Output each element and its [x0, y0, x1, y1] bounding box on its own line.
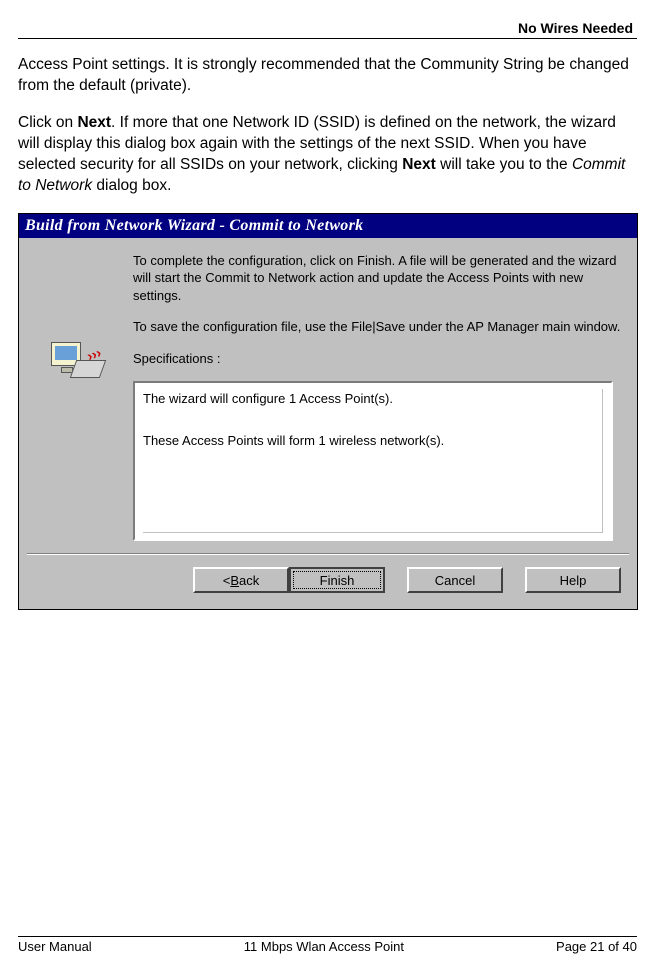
specifications-box: The wizard will configure 1 Access Point…	[133, 381, 613, 541]
footer-right: Page 21 of 40	[556, 939, 637, 954]
spec-line-1: The wizard will configure 1 Access Point…	[143, 389, 602, 410]
cancel-button[interactable]: Cancel	[407, 567, 503, 593]
help-button[interactable]: Help	[525, 567, 621, 593]
wizard-titlebar: Build from Network Wizard - Commit to Ne…	[19, 214, 637, 238]
wizard-text-1: To complete the configuration, click on …	[133, 252, 623, 305]
footer-center: 11 Mbps Wlan Access Point	[244, 939, 404, 954]
spec-line-2: These Access Points will form 1 wireless…	[143, 431, 602, 452]
header-brand: No Wires Needed	[18, 20, 637, 36]
finish-button[interactable]: Finish	[289, 567, 385, 593]
paragraph-2: Click on Next. If more that one Network …	[18, 113, 637, 197]
wizard-sidebar: ›››	[33, 252, 133, 542]
wizard-dialog: Build from Network Wizard - Commit to Ne…	[18, 213, 638, 611]
paragraph-1: Access Point settings. It is strongly re…	[18, 55, 637, 97]
header-rule	[18, 38, 637, 39]
body-text: Access Point settings. It is strongly re…	[18, 55, 637, 197]
specifications-label: Specifications :	[133, 350, 623, 368]
wizard-text-2: To save the configuration file, use the …	[133, 318, 623, 336]
computer-wireless-icon: ›››	[47, 340, 111, 396]
back-button[interactable]: < Back	[193, 567, 289, 593]
page-footer: User Manual 11 Mbps Wlan Access Point Pa…	[18, 936, 637, 954]
footer-left: User Manual	[18, 939, 92, 954]
button-row: < Back Finish Cancel Help	[19, 555, 637, 609]
